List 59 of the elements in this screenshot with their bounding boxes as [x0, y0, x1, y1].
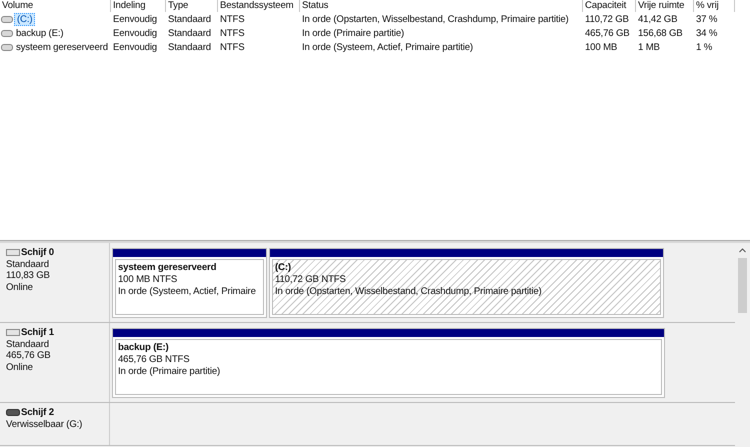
partition-block[interactable]: systeem gereserveerd 100 MB NTFS In orde (Systeem, Actief, Primaire	[112, 248, 267, 318]
disk-name: Schijf 1	[21, 327, 54, 338]
table-cell: 1 %	[696, 42, 712, 52]
table-cell: Eenvoudig	[113, 42, 157, 52]
table-cell: 100 MB	[585, 42, 618, 52]
column-header[interactable]: Status	[300, 0, 583, 12]
table-cell: 110,72 GB	[585, 14, 629, 24]
disk-name: Schijf 2	[21, 407, 54, 418]
table-cell: NTFS	[220, 14, 244, 24]
disk-detail: Online	[6, 362, 34, 373]
scrollbar-thumb[interactable]	[738, 258, 747, 313]
partition-name: (C:)	[275, 262, 292, 274]
drive-icon	[1, 16, 13, 22]
column-header[interactable]: Capaciteit	[583, 0, 636, 12]
table-cell: Eenvoudig	[113, 28, 157, 38]
partition-status: In orde (Systeem, Actief, Primaire	[118, 286, 257, 298]
partition-block[interactable]: backup (E:) 465,76 GB NTFS In orde (Primaire partitie)	[112, 328, 665, 398]
partition-status: In orde (Opstarten, Wisselbestand, Crashdump, Primaire partitie)	[275, 286, 543, 298]
partition-name: backup (E:)	[118, 342, 170, 354]
table-cell[interactable]: backup (E:)	[14, 28, 66, 38]
column-header[interactable]: Type	[166, 0, 218, 12]
column-header[interactable]: Vrije ruimte	[636, 0, 694, 12]
partition-status: In orde (Primaire partitie)	[118, 366, 222, 378]
column-header[interactable]: Volume	[0, 0, 111, 12]
partition-block[interactable]: (C:) 110,72 GB NTFS In orde (Opstarten, Wisselbestand, Crashdump, Primaire partitie)	[269, 248, 664, 318]
table-cell: Standaard	[168, 42, 211, 52]
drive-icon	[1, 44, 13, 50]
column-header[interactable]: Bestandssysteem	[218, 0, 300, 12]
partition-size: 100 MB NTFS	[118, 274, 178, 286]
table-cell: 156,68 GB	[638, 28, 683, 38]
column-header[interactable]: Indeling	[111, 0, 166, 12]
disk-name: Schijf 0	[21, 247, 54, 258]
partition-name: systeem gereserveerd	[118, 262, 218, 274]
table-cell: Standaard	[168, 28, 211, 38]
table-cell: NTFS	[220, 42, 244, 52]
disk-detail: Standaard	[6, 258, 50, 270]
disk-detail: 110,83 GB	[6, 270, 51, 282]
table-cell: 37 %	[696, 14, 718, 24]
column-header[interactable]: % vrij	[694, 0, 735, 12]
table-cell: Standaard	[168, 14, 211, 24]
disk-detail: Standaard	[6, 338, 50, 350]
table-cell: Eenvoudig	[113, 14, 157, 24]
partition-size: 465,76 GB NTFS	[118, 354, 190, 366]
disk-detail: 465,76 GB	[6, 350, 52, 362]
disk-detail: Online	[6, 282, 34, 293]
table-cell: 465,76 GB	[585, 28, 630, 38]
table-cell: In orde (Opstarten, Wisselbestand, Crashdump, Primaire partitie)	[302, 14, 569, 24]
table-cell: In orde (Systeem, Actief, Primaire partitie)	[302, 42, 473, 52]
partition-size: 110,72 GB NTFS	[275, 274, 347, 286]
drive-icon	[1, 30, 13, 36]
table-cell[interactable]: systeem gereserveerd	[14, 42, 110, 52]
table-cell: In orde (Primaire partitie)	[302, 28, 404, 38]
scroll-up-icon[interactable]	[739, 248, 746, 253]
table-cell[interactable]: (C:)	[14, 12, 36, 26]
disk-detail: Verwisselbaar (G:)	[6, 418, 84, 430]
table-cell: NTFS	[220, 28, 244, 38]
table-cell: 41,42 GB	[638, 14, 678, 24]
table-cell: 34 %	[696, 28, 718, 38]
table-cell: 1 MB	[638, 42, 660, 52]
